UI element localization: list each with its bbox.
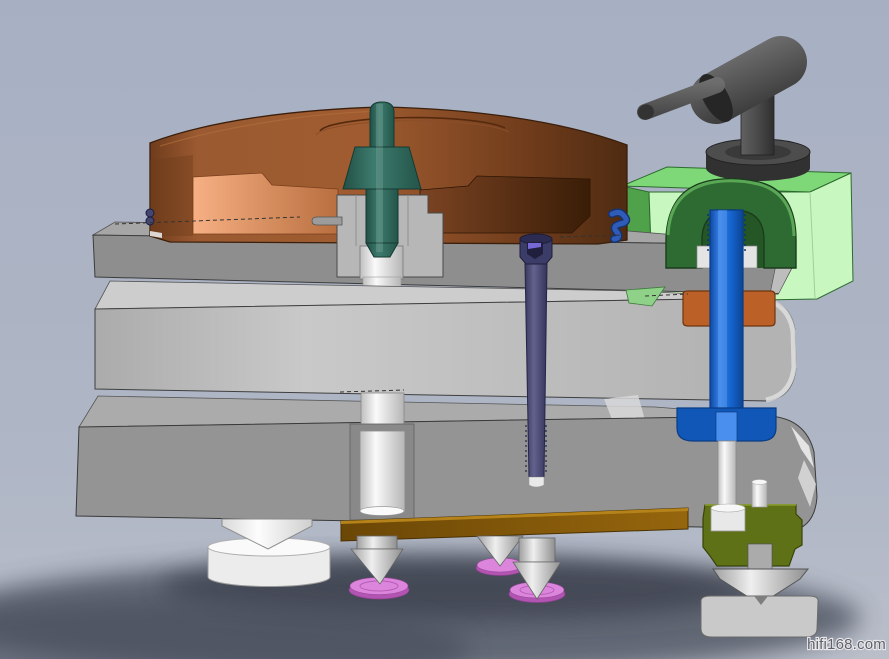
spindle-highlight — [376, 104, 383, 252]
shaft-bottom-edge — [360, 507, 404, 516]
thread-insert-left — [697, 246, 711, 268]
hub-pin — [312, 217, 342, 225]
clamp-bolt-highlight — [718, 210, 727, 410]
small-stud — [752, 482, 767, 507]
flange-inner-cylinder — [716, 412, 737, 441]
cad-screenshot: hifi168.com — [0, 0, 889, 659]
cad-render: hifi168.com — [0, 0, 889, 659]
shaft-segment-lower — [360, 431, 405, 512]
watermark-text: hifi168.com — [807, 636, 886, 653]
screw-tip — [529, 477, 544, 487]
threaded-rod — [718, 441, 736, 507]
platter-left-wall-shade — [150, 155, 193, 236]
screw-shaft — [525, 264, 547, 477]
small-stud-top — [752, 480, 767, 485]
oring-left-icon — [146, 209, 154, 217]
rod-collar-top — [711, 504, 745, 512]
spike-a-cylinder — [357, 536, 397, 549]
spike-stem — [748, 544, 772, 571]
oring-left2-icon — [146, 217, 154, 225]
spike-c-cylinder — [519, 538, 555, 562]
